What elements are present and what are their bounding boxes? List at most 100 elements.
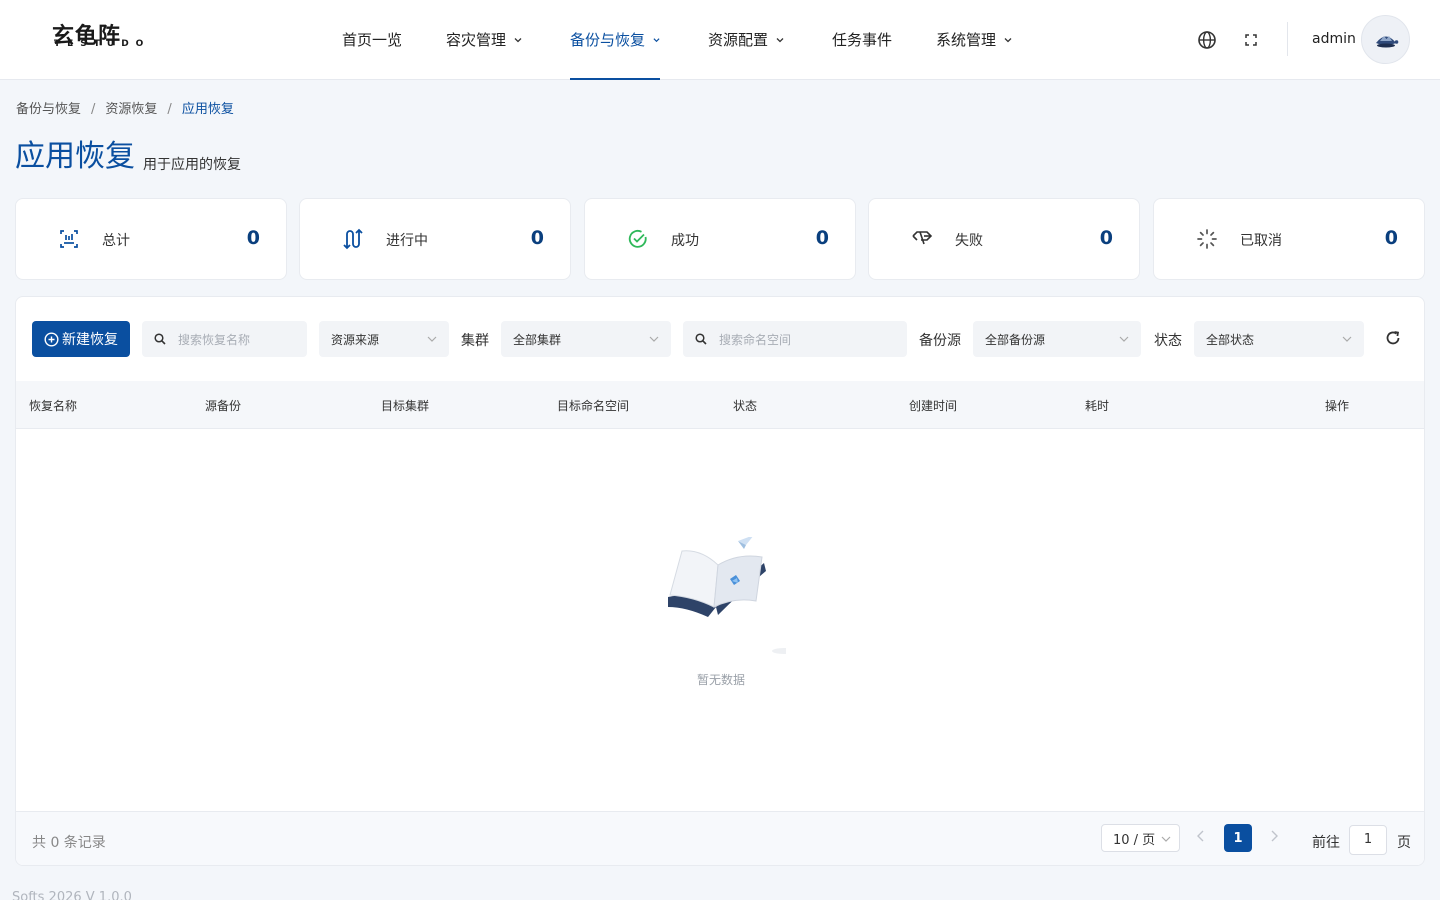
table-header: 恢复名称 源备份 目标集群 目标命名空间 状态 创建时间 耗时 操作 — [16, 381, 1424, 429]
stat-card-total: 总计 0 — [15, 198, 287, 280]
search-icon — [695, 333, 707, 345]
username[interactable]: admin — [1312, 30, 1356, 48]
column-header: 目标命名空间 — [557, 399, 630, 413]
backup-source-select[interactable]: 全部备份源 — [973, 321, 1141, 357]
search-restore-name-placeholder: 搜索恢复名称 — [178, 332, 251, 347]
goto-prefix: 前往 — [1312, 835, 1340, 851]
backup-source-label: 备份源 — [919, 333, 961, 349]
chevron-down-icon — [649, 336, 659, 342]
breadcrumb-separator: / — [167, 102, 172, 117]
resource-source-select[interactable]: 资源来源 — [319, 321, 449, 357]
plus-circle-icon — [44, 331, 59, 347]
nav-item-label: 系统管理 — [936, 31, 997, 49]
stat-card-failed: 失败 0 — [868, 198, 1140, 280]
stat-value: 0 — [1099, 227, 1113, 249]
nav-item-home[interactable]: 首页一览 — [342, 0, 402, 79]
stat-value: 0 — [1384, 227, 1398, 249]
chevron-down-icon — [514, 37, 522, 42]
top-header: 玄龟阵 TESTUDO 首页一览 容灾管理 备份与恢复 资源配置 任务事件 系统… — [0, 0, 1440, 80]
next-page-icon[interactable] — [1269, 830, 1279, 842]
breadcrumb-current: 应用恢复 — [181, 102, 234, 117]
globe-icon[interactable] — [1197, 30, 1217, 50]
stat-card-success: 成功 0 — [584, 198, 856, 280]
breadcrumb-item[interactable]: 资源恢复 — [105, 102, 157, 117]
status-value: 全部状态 — [1206, 332, 1255, 347]
pagination-bar: 共 0 条记录 10 / 页 1 前往 1 页 — [16, 811, 1424, 865]
new-restore-button-label: 新建恢复 — [62, 332, 118, 348]
success-icon — [628, 229, 647, 248]
stat-value: 0 — [530, 227, 544, 249]
stat-label: 总计 — [102, 233, 130, 249]
breadcrumb-separator: / — [91, 102, 96, 117]
cluster-label: 集群 — [461, 333, 489, 349]
empty-state-text: 暂无数据 — [696, 673, 745, 687]
status-label: 状态 — [1154, 333, 1182, 349]
chevron-down-icon — [1342, 336, 1352, 342]
fullscreen-icon[interactable] — [1241, 30, 1261, 50]
total-icon — [60, 230, 78, 248]
empty-book-icon — [668, 537, 786, 654]
stat-card-in-progress: 进行中 0 — [299, 198, 571, 280]
cancelled-icon — [1197, 229, 1217, 249]
version-text: Softs 2026 V 1.0.0 — [12, 890, 132, 900]
goto-suffix: 页 — [1397, 835, 1411, 851]
failed-icon — [912, 231, 933, 245]
search-namespace-placeholder: 搜索命名空间 — [719, 332, 792, 347]
stat-value: 0 — [815, 227, 829, 249]
page-number-current[interactable]: 1 — [1224, 824, 1252, 852]
logo[interactable]: 玄龟阵 TESTUDO — [52, 25, 172, 52]
nav-item-task-events[interactable]: 任务事件 — [832, 0, 892, 79]
stat-label: 进行中 — [386, 233, 428, 249]
breadcrumb: 备份与恢复 / 资源恢复 / 应用恢复 — [16, 98, 234, 117]
goto-page-input[interactable]: 1 — [1349, 825, 1387, 855]
nav-item-label: 首页一览 — [342, 31, 403, 49]
chevron-down-icon — [1161, 836, 1171, 842]
resource-source-value: 资源来源 — [331, 332, 380, 347]
search-namespace-input[interactable]: 搜索命名空间 — [683, 321, 907, 357]
search-restore-name-input[interactable]: 搜索恢复名称 — [142, 321, 307, 357]
total-records: 共 0 条记录 — [32, 835, 106, 851]
new-restore-button[interactable]: 新建恢复 — [32, 321, 130, 357]
prev-page-icon[interactable] — [1196, 830, 1206, 842]
restore-list-panel: 新建恢复 搜索恢复名称 资源来源 集群 全部集群 搜索命名空间 备份源 全部备份… — [15, 296, 1425, 866]
nav-item-system-admin[interactable]: 系统管理 — [936, 0, 1012, 79]
chevron-down-icon — [776, 37, 784, 42]
column-header: 操作 — [1325, 399, 1350, 413]
nav-item-label: 资源配置 — [708, 31, 769, 49]
nav-item-label: 容灾管理 — [446, 31, 507, 49]
stat-value: 0 — [246, 227, 260, 249]
stat-card-cancelled: 已取消 0 — [1153, 198, 1425, 280]
cluster-value: 全部集群 — [513, 332, 562, 347]
stat-label: 成功 — [671, 233, 699, 249]
refresh-icon[interactable] — [1384, 329, 1402, 347]
column-header: 耗时 — [1085, 399, 1110, 413]
nav-item-label: 任务事件 — [832, 31, 893, 49]
chevron-down-icon — [653, 37, 660, 42]
logo-text-en: TESTUDO — [54, 39, 151, 49]
status-select[interactable]: 全部状态 — [1194, 321, 1364, 357]
turtle-avatar-icon — [1375, 35, 1398, 47]
breadcrumb-item[interactable]: 备份与恢复 — [16, 102, 81, 117]
chevron-down-icon — [427, 336, 437, 342]
backup-source-value: 全部备份源 — [985, 332, 1046, 347]
in-progress-icon — [343, 228, 363, 250]
search-icon — [154, 333, 166, 345]
page-title: 应用恢复 — [15, 139, 135, 174]
avatar[interactable] — [1361, 15, 1410, 64]
column-header: 状态 — [733, 399, 758, 413]
column-header: 创建时间 — [909, 399, 958, 413]
nav-item-backup-restore[interactable]: 备份与恢复 — [570, 0, 660, 80]
page-size-value: 10 / 页 — [1113, 832, 1156, 848]
header-divider — [1287, 22, 1288, 56]
page-size-select[interactable]: 10 / 页 — [1101, 824, 1180, 852]
nav-item-disaster-recovery[interactable]: 容灾管理 — [446, 0, 522, 79]
chevron-down-icon — [1004, 37, 1012, 42]
nav-item-resource-config[interactable]: 资源配置 — [708, 0, 784, 79]
column-header: 恢复名称 — [29, 399, 78, 413]
chevron-down-icon — [1119, 336, 1129, 342]
stat-label: 失败 — [955, 233, 983, 249]
page-subtitle: 用于应用的恢复 — [143, 157, 241, 173]
column-header: 源备份 — [205, 399, 242, 413]
stat-label: 已取消 — [1240, 233, 1282, 249]
cluster-select[interactable]: 全部集群 — [501, 321, 671, 357]
